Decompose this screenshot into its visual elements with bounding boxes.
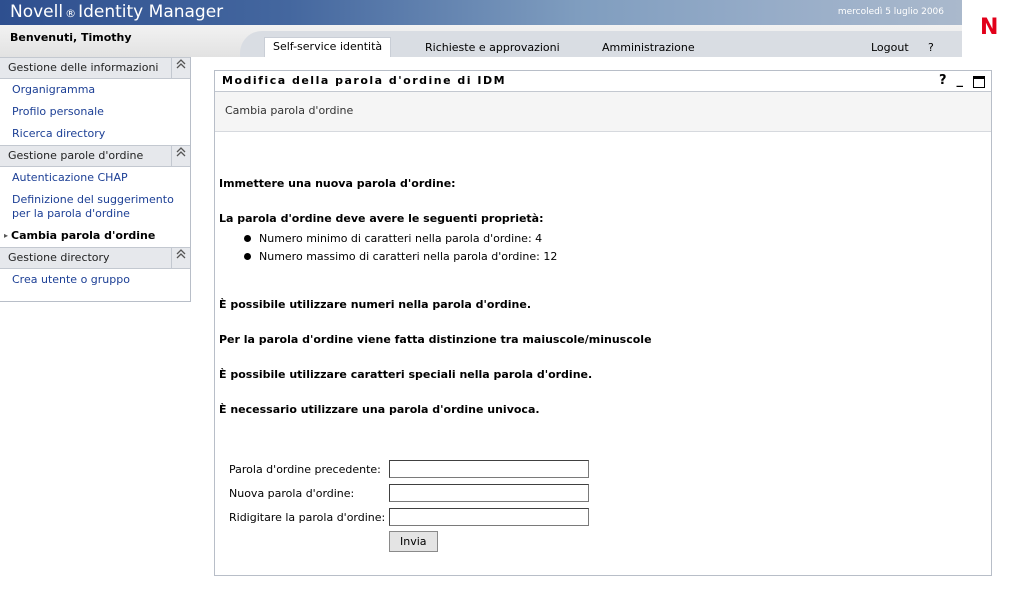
- new-password-input[interactable]: [389, 484, 589, 502]
- help-link[interactable]: ?: [928, 41, 934, 54]
- note-unique: È necessario utilizzare una parola d'ord…: [219, 403, 540, 416]
- confirm-password-label: Ridigitare la parola d'ordine:: [229, 511, 386, 524]
- brand-name: Novell: [10, 2, 64, 22]
- tab-requests-approvals[interactable]: Richieste e approvazioni: [425, 41, 560, 54]
- sidebar: Gestione delle informazioni Organigramma…: [0, 57, 191, 302]
- sidebar-item-chap[interactable]: Autenticazione CHAP: [0, 167, 190, 189]
- sidebar-item-label: Cambia parola d'ordine: [11, 229, 156, 242]
- password-content: Immettere una nuova parola d'ordine: La …: [219, 71, 979, 571]
- note-numbers: È possibile utilizzare numeri nella paro…: [219, 298, 532, 311]
- sidebar-section-directory: Gestione directory: [0, 247, 190, 269]
- double-chevron-up-icon: [176, 147, 186, 157]
- confirm-password-input[interactable]: [389, 508, 589, 526]
- double-chevron-up-icon: [176, 59, 186, 69]
- old-password-label: Parola d'ordine precedente:: [229, 463, 381, 476]
- collapse-icon[interactable]: [171, 146, 190, 166]
- sidebar-item-change-password[interactable]: ▸ Cambia parola d'ordine: [0, 225, 190, 247]
- novell-logo: N: [962, 0, 1017, 57]
- rules-heading: La parola d'ordine deve avere le seguent…: [219, 212, 544, 225]
- sidebar-section-information: Gestione delle informazioni: [0, 57, 190, 79]
- app-title: Novell ® Identity Manager: [10, 2, 223, 22]
- new-password-label: Nuova parola d'ordine:: [229, 487, 355, 500]
- sidebar-item-organigramma[interactable]: Organigramma: [0, 79, 190, 101]
- welcome-user: Benvenuti, Timothy: [10, 31, 132, 44]
- rule-min-length: Numero minimo di caratteri nella parola …: [243, 232, 543, 245]
- sidebar-item-directory-search[interactable]: Ricerca directory: [0, 123, 190, 145]
- note-case-sensitive: Per la parola d'ordine viene fatta disti…: [219, 333, 652, 346]
- collapse-icon[interactable]: [171, 248, 190, 268]
- password-panel: Modifica della parola d'ordine di IDM ? …: [214, 70, 992, 576]
- brand-bar: Novell ® Identity Manager mercoledì 5 lugl…: [0, 0, 962, 25]
- tab-self-service[interactable]: Self-service identità: [264, 37, 392, 57]
- logo-letter: N: [980, 15, 999, 40]
- date-label: mercoledì 5 luglio 2006: [837, 7, 944, 17]
- sidebar-section-title: Gestione parole d'ordine: [8, 149, 144, 162]
- sidebar-item-password-hint[interactable]: Definizione del suggerimento per la paro…: [0, 189, 190, 225]
- collapse-icon[interactable]: [171, 58, 190, 78]
- sidebar-section-passwords: Gestione parole d'ordine: [0, 145, 190, 167]
- sidebar-section-title: Gestione directory: [8, 251, 110, 264]
- sidebar-item-profile[interactable]: Profilo personale: [0, 101, 190, 123]
- rule-max-length: Numero massimo di caratteri nella parola…: [243, 250, 558, 263]
- password-prompt: Immettere una nuova parola d'ordine:: [219, 177, 456, 190]
- sidebar-item-create-user[interactable]: Crea utente o gruppo: [0, 269, 190, 291]
- submit-button[interactable]: Invia: [389, 531, 438, 552]
- old-password-input[interactable]: [389, 460, 589, 478]
- double-chevron-up-icon: [176, 249, 186, 259]
- note-special-chars: È possibile utilizzare caratteri special…: [219, 368, 593, 381]
- registered-mark: ®: [65, 7, 77, 20]
- logout-link[interactable]: Logout: [871, 41, 909, 54]
- tab-administration[interactable]: Amministrazione: [602, 41, 695, 54]
- product-name: Identity Manager: [78, 2, 224, 22]
- current-item-icon: ▸: [4, 231, 9, 240]
- sidebar-section-title: Gestione delle informazioni: [8, 61, 159, 74]
